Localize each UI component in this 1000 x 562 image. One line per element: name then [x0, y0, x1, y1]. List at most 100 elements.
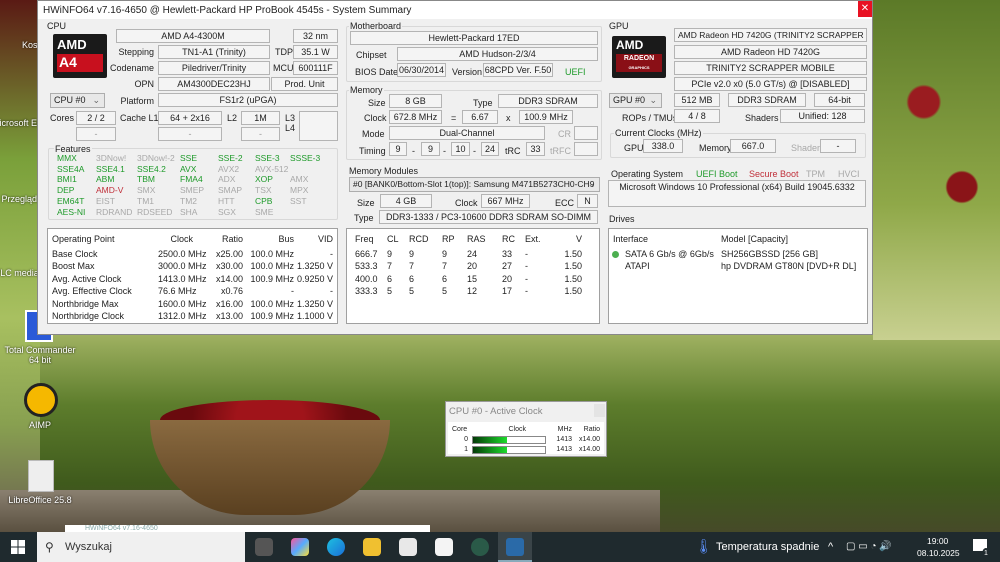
mem-mode-label: Mode [362, 129, 385, 139]
store-icon[interactable] [399, 538, 417, 556]
module-type-label: Type [354, 213, 374, 223]
table-cell: Avg. Effective Clock [52, 286, 132, 297]
file-explorer-icon[interactable] [363, 538, 381, 556]
mem-cr [574, 126, 598, 140]
cpu-selector[interactable]: CPU #0 ⌄ [50, 93, 105, 108]
gpu-codename: TRINITY2 SCRAPPER MOBILE [674, 61, 867, 75]
table-header: Clock [170, 234, 193, 244]
table-cell: x16.00 [215, 298, 243, 309]
chevron-down-icon: ⌄ [92, 95, 100, 105]
table-cell: Northbridge Max [52, 298, 119, 309]
table-cell: 1.50 [564, 249, 582, 259]
tray-icons[interactable]: ▢ ▭ ◔ 🔊 [846, 541, 892, 553]
table-cell: 1.50 [564, 286, 582, 297]
table-cell: 76.6 MHz [158, 286, 197, 297]
mem-multiplier: 6.67 [462, 110, 498, 124]
table-cell: 9 [442, 249, 448, 259]
feature-aes-ni: AES-NI [57, 206, 86, 217]
taskbar-search-box[interactable]: Wyszukaj [37, 532, 245, 562]
current-clocks-label: Current Clocks (MHz) [614, 127, 703, 139]
desktop-icon-libreoffice[interactable]: LibreOffice 25.8 [0, 495, 80, 505]
table-cell: 0.9250 V [296, 273, 333, 284]
l4-label: L4 [285, 123, 296, 133]
feature-sse4a: SSE4A [57, 163, 85, 174]
mem-type-label: Type [473, 98, 493, 108]
mem-size: 8 GB [389, 94, 442, 108]
popup-header: Clock [508, 426, 526, 433]
table-cell: Base Clock [52, 249, 98, 259]
cpu-process: 32 nm [293, 29, 338, 43]
table-cell: 5 [409, 286, 415, 297]
memory-clock-label: Memory [699, 143, 732, 153]
tpm-indicator: TPM [806, 169, 825, 179]
show-hidden-icons[interactable]: ^ [828, 541, 833, 553]
memory-module-selector[interactable]: #0 [BANK0/Bottom-Slot 1(top)]: Samsung M… [349, 177, 600, 192]
table-cell: 400.0 [355, 273, 378, 284]
clock-date[interactable]: 08.10.2025 [917, 547, 960, 559]
table-cell: 7 [387, 261, 393, 272]
table-cell: 24 [467, 249, 478, 259]
popup-close-button[interactable] [594, 404, 605, 417]
feature-smep: SMEP [180, 185, 205, 196]
feature-sse4-2: SSE4.2 [137, 163, 166, 174]
cache-l1: 64 + 2x16 [158, 111, 222, 125]
gpu-vram: 512 MB [674, 93, 720, 107]
close-button[interactable]: ✕ [858, 1, 872, 17]
feature-adx: ADX [218, 174, 236, 185]
chevron-down-icon: ⌄ [649, 95, 657, 105]
chipset-label: Chipset [356, 50, 387, 60]
timing-rcd: 9 [421, 142, 440, 156]
feature-sha: SHA [180, 206, 198, 217]
table-cell: 666.7 [355, 249, 378, 259]
mail-icon[interactable] [435, 538, 453, 556]
feature-sse-3: SSE-3 [255, 153, 280, 163]
popup-title: CPU #0 - Active Clock [449, 406, 543, 417]
cache-extra: - [158, 127, 222, 141]
mb-name: Hewlett-Packard 17ED [350, 31, 598, 45]
feature-htt: HTT [218, 195, 235, 206]
table-cell: Northbridge Clock [52, 311, 125, 321]
cr-label: CR [558, 129, 571, 139]
shaders-label: Shaders [745, 113, 779, 123]
feature-rdseed: RDSEED [137, 206, 173, 217]
table-cell: x25.00 [215, 249, 243, 259]
feature-3dnow-2: 3DNow!-2 [137, 153, 175, 163]
feature-avx2: AVX2 [218, 163, 240, 174]
table-header: V [575, 234, 582, 244]
app-icon[interactable] [471, 538, 489, 556]
table-cell: x14.00 [215, 273, 243, 284]
table-cell: 20 [467, 261, 478, 272]
cache-l2: 1M [241, 111, 280, 125]
opn-label: OPN [134, 79, 154, 89]
desktop-icon-aimp[interactable]: AIMP [0, 420, 80, 430]
table-cell: 1413.0 MHz [158, 273, 207, 284]
desktop-icon-total-commander[interactable]: Total Commander 64 bit [0, 345, 80, 365]
table-cell: 27 [502, 261, 513, 272]
table-cell: 12 [467, 286, 478, 297]
equals-sign: = [451, 113, 457, 123]
gpu-shader-clock: - [820, 139, 856, 153]
table-header: Freq [355, 234, 374, 244]
gpu-selector[interactable]: GPU #0 ⌄ [609, 93, 662, 108]
edge-icon[interactable] [327, 538, 345, 556]
table-header: Model [Capacity] [721, 234, 789, 244]
table-header: RCD [409, 234, 429, 244]
cpu-section-label: CPU [47, 21, 67, 31]
feature-sgx: SGX [218, 206, 236, 217]
timing-rp: 10 [451, 142, 470, 156]
clock-time[interactable]: 19:00 [927, 535, 948, 547]
memory-timing-table: Freq CL RCD RP RAS RC Ext. V 666.7 9 9 9 24 33-1.50 53… [346, 228, 600, 324]
table-cell: 1.3250 V [296, 298, 333, 309]
table-cell: hp DVDRAM GT80N [DVD+R DL] [721, 261, 857, 272]
table-cell: 1.1000 V [296, 311, 333, 321]
feature-tm2: TM2 [180, 195, 197, 206]
start-windows-icon[interactable] [11, 540, 25, 554]
popup-table: Core Clock MHz Ratio 0 1413 x14.00 1 1413 x14.00 [448, 422, 604, 454]
timing-sep: - [412, 146, 415, 156]
task-view-icon[interactable] [255, 538, 273, 556]
weather-text[interactable]: Temperatura spadnie [716, 541, 819, 553]
hwinfo-taskbar-button[interactable] [498, 532, 532, 562]
active-clock-window: CPU #0 - Active Clock Core Clock MHz Ratio 0… [445, 401, 607, 457]
feature-mpx: MPX [290, 185, 309, 196]
copilot-icon[interactable] [291, 538, 309, 556]
